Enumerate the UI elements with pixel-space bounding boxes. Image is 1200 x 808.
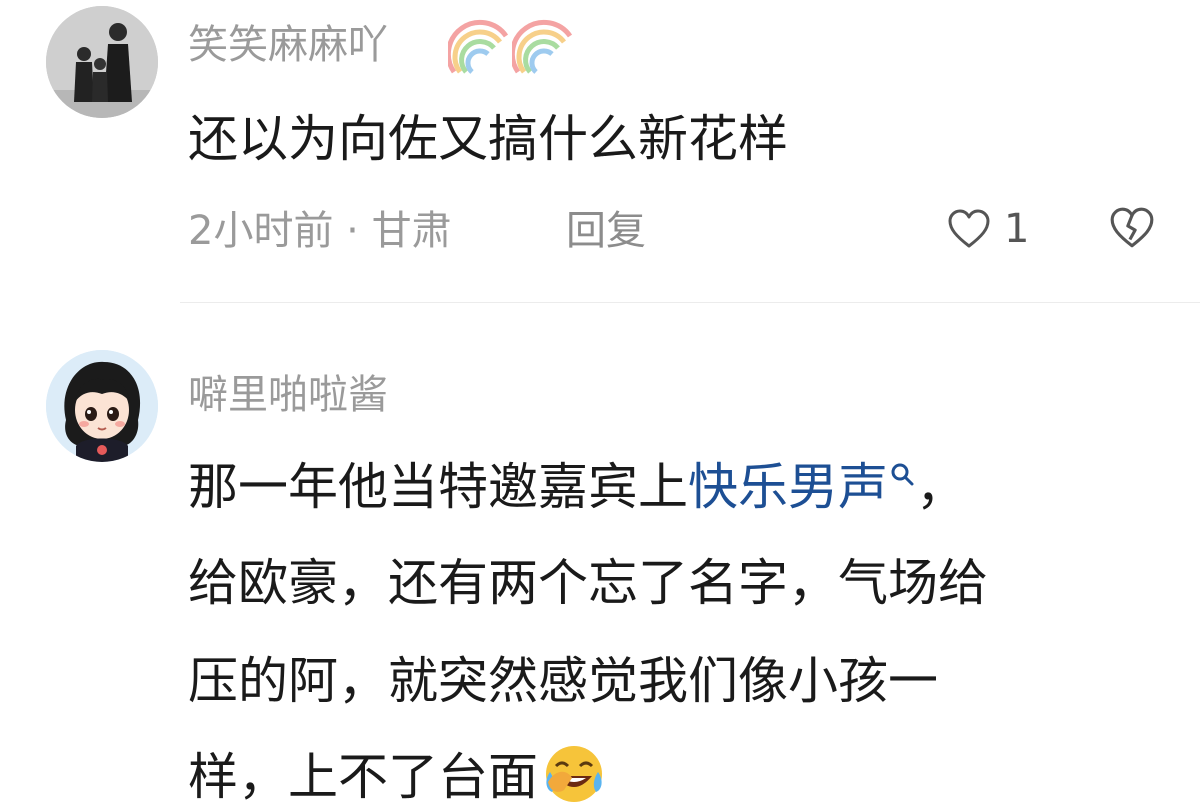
comment-item-2: 噼里啪啦酱 那一年他当特邀嘉宾上快乐男声， 给欧豪，还有两个忘了名字，气场给 压… (0, 340, 1200, 806)
dislike-button[interactable] (1108, 204, 1158, 254)
broken-heart-icon (1110, 207, 1154, 248)
search-icon (891, 463, 914, 486)
avatar-cartoon-girl-icon (46, 350, 158, 462)
comment-meta: 2小时前 · 甘肃 (188, 208, 452, 254)
rainbow-icon (512, 19, 573, 74)
like-count: 1 (1004, 206, 1030, 252)
comment-divider (180, 302, 1200, 303)
comment-text-line-3: 压的阿，就突然感觉我们像小孩一 (188, 652, 938, 710)
heart-icon (948, 209, 990, 248)
username[interactable]: 噼里啪啦酱 (188, 370, 388, 420)
avatar[interactable] (46, 6, 158, 118)
comment-text-line-4: 样，上不了台面 (188, 742, 606, 808)
comment-text: 还以为向佐又搞什么新花样 (188, 110, 788, 168)
avatar[interactable] (46, 350, 158, 462)
like-button[interactable]: 1 (946, 204, 1038, 254)
comment-text-line-2: 给欧豪，还有两个忘了名字，气场给 (188, 554, 988, 612)
comment-item-1: 笑笑麻麻吖 还以为向佐又搞什么新花样 2小时前 · 甘肃 回复 1 (0, 0, 1200, 300)
reply-button[interactable]: 回复 (566, 206, 646, 256)
laughing-crying-emoji (546, 746, 602, 802)
comment-text-line-1: 那一年他当特邀嘉宾上快乐男声， (188, 458, 966, 516)
rainbow-icon (448, 19, 509, 74)
username[interactable]: 笑笑麻麻吖 (188, 20, 388, 70)
avatar-photo-icon (46, 6, 158, 118)
topic-link[interactable]: 快乐男声 (688, 458, 916, 516)
